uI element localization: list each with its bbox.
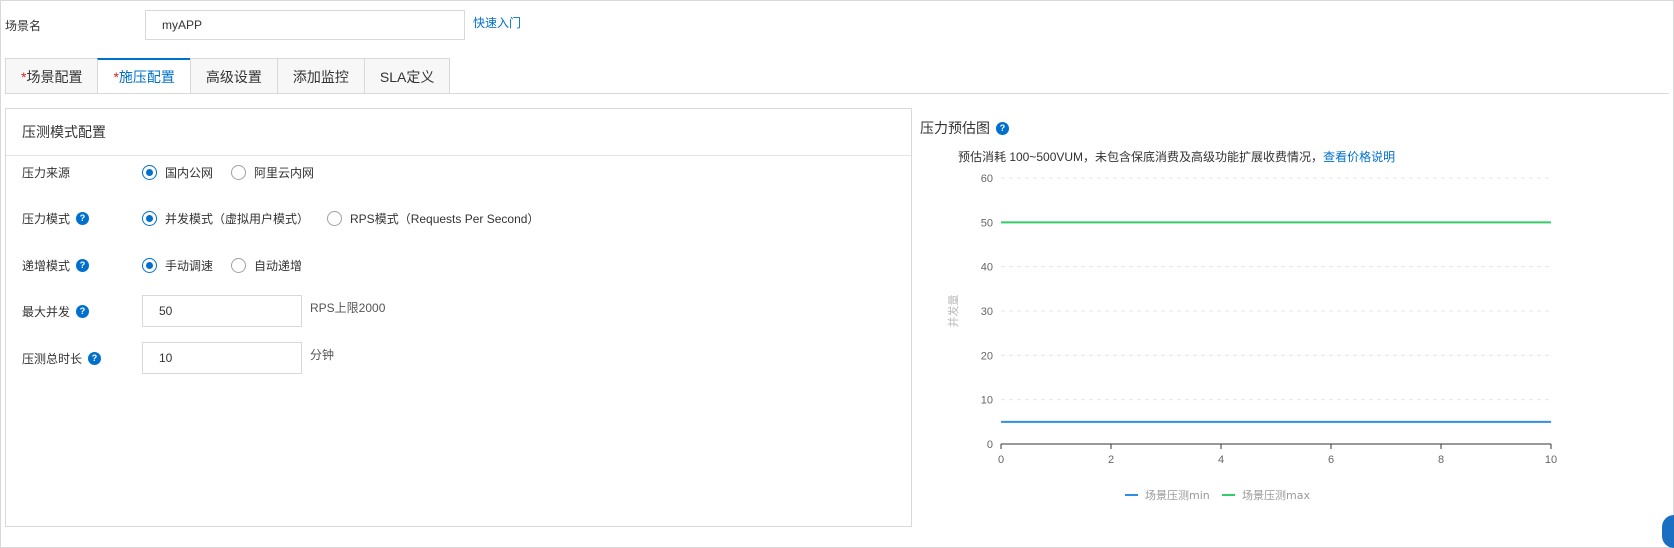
radio-domestic-public[interactable]: 国内公网 (142, 164, 213, 181)
help-icon[interactable]: ? (76, 259, 90, 272)
radio-label: 自动递增 (254, 259, 303, 273)
ramp-mode-radio-group: 手动调速 自动递增 (142, 257, 320, 274)
floating-help-tab[interactable] (1662, 515, 1674, 548)
label-text: 压力来源 (22, 166, 71, 180)
y-tick-label: 50 (981, 217, 993, 229)
y-tick-label: 0 (987, 439, 993, 451)
tab-advanced-settings[interactable]: 高级设置 (189, 58, 277, 94)
load-mode-config-panel: 压测模式配置 压力来源 国内公网 阿里云内网 压力模式? 并发模式（虚拟用户模式… (5, 108, 912, 527)
pressure-line-chart: 0 10 20 30 40 50 60 0 2 4 6 8 10 并发量场景压测min 场景压测max (946, 173, 1557, 502)
tab-load-config[interactable]: * 施压配置 (97, 58, 190, 94)
label-text: 递增模式 (22, 259, 71, 273)
x-tick-label: 6 (1328, 454, 1334, 466)
radio-auto-ramp[interactable]: 自动递增 (231, 257, 302, 274)
tab-label: 添加监控 (292, 68, 349, 85)
pressure-mode-label: 压力模式? (22, 210, 142, 227)
max-concurrency-input[interactable] (142, 295, 302, 327)
max-concurrency-label: 最大并发? (22, 303, 142, 320)
tab-label: 高级设置 (205, 68, 262, 85)
pressure-source-radio-group: 国内公网 阿里云内网 (142, 164, 332, 181)
y-tick-label: 60 (981, 173, 993, 185)
scene-name-label: 场景名 (5, 18, 42, 33)
tab-label: 施压配置 (118, 69, 175, 85)
radio-aliyun-intranet[interactable]: 阿里云内网 (231, 164, 314, 181)
pressure-source-row: 压力来源 国内公网 阿里云内网 (22, 164, 332, 181)
radio-label: RPS模式（Requests Per Second） (350, 212, 540, 226)
tab-label: SLA定义 (379, 68, 435, 85)
tab-scene-config[interactable]: * 场景配置 (5, 58, 98, 94)
radio-checked-icon[interactable] (142, 258, 157, 273)
tab-add-monitoring[interactable]: 添加监控 (276, 58, 364, 94)
label-text: 压测总时长 (22, 351, 83, 366)
radio-unchecked-icon[interactable] (231, 258, 247, 273)
radio-rps-mode[interactable]: RPS模式（Requests Per Second） (327, 210, 539, 227)
radio-label: 手动调速 (165, 259, 214, 273)
quick-start-link[interactable]: 快速入门 (473, 14, 521, 31)
help-icon[interactable]: ? (76, 212, 90, 225)
y-tick-label: 20 (981, 350, 993, 362)
ramp-mode-label: 递增模式? (22, 257, 142, 274)
legend-label: 场景压测min (1145, 488, 1210, 502)
scene-name-row: 场景名 快速入门 (5, 10, 521, 40)
ramp-mode-row: 递增模式? 手动调速 自动递增 (22, 257, 320, 274)
label-text: 最大并发 (22, 304, 71, 319)
max-concurrency-row: 最大并发? RPS上限2000 (22, 295, 385, 327)
help-icon[interactable]: ? (88, 351, 102, 365)
scene-name-input[interactable] (145, 10, 465, 40)
x-tick-label: 8 (1438, 454, 1444, 466)
legend-label: 场景压测max (1242, 488, 1310, 502)
help-icon[interactable]: ? (76, 304, 90, 318)
radio-unchecked-icon[interactable] (231, 165, 247, 180)
radio-label: 国内公网 (165, 166, 214, 180)
panel-title: 压测模式配置 (6, 109, 911, 156)
y-tick-label: 40 (981, 262, 993, 274)
label-text: 压力模式 (22, 212, 71, 226)
x-tick-label: 10 (1545, 454, 1557, 466)
config-tabs: * 场景配置 * 施压配置 高级设置 添加监控 SLA定义 (5, 58, 451, 94)
duration-label: 压测总时长? (22, 350, 142, 367)
x-tick-label: 0 (998, 454, 1004, 466)
radio-manual-speed[interactable]: 手动调速 (142, 257, 213, 274)
radio-label: 阿里云内网 (254, 166, 315, 180)
pressure-mode-radio-group: 并发模式（虚拟用户模式） RPS模式（Requests Per Second） (142, 210, 557, 227)
rps-limit-note: RPS上限2000 (310, 300, 386, 315)
x-tick-label: 2 (1108, 454, 1114, 466)
tab-sla-definition[interactable]: SLA定义 (363, 58, 451, 94)
radio-unchecked-icon[interactable] (327, 211, 343, 226)
y-tick-label: 10 (981, 395, 993, 407)
y-axis-label: 并发量 (946, 295, 960, 328)
duration-row: 压测总时长? 分钟 (22, 342, 334, 374)
tabs-divider (5, 93, 1669, 94)
pressure-mode-row: 压力模式? 并发模式（虚拟用户模式） RPS模式（Requests Per Se… (22, 210, 557, 227)
tab-label: 场景配置 (26, 68, 83, 85)
radio-label: 并发模式（虚拟用户模式） (165, 212, 310, 226)
y-tick-label: 30 (981, 306, 993, 318)
duration-input[interactable] (142, 342, 302, 374)
pressure-source-label: 压力来源 (22, 164, 142, 181)
pressure-estimate-chart-area: 压力预估图? 预估消耗 100~500VUM，未包含保底消费及高级功能扩展收费情… (920, 108, 1670, 538)
radio-concurrency-mode[interactable]: 并发模式（虚拟用户模式） (142, 210, 309, 227)
x-tick-label: 4 (1218, 454, 1224, 466)
radio-checked-icon[interactable] (142, 165, 157, 180)
radio-checked-icon[interactable] (142, 211, 157, 226)
duration-unit: 分钟 (310, 347, 335, 362)
